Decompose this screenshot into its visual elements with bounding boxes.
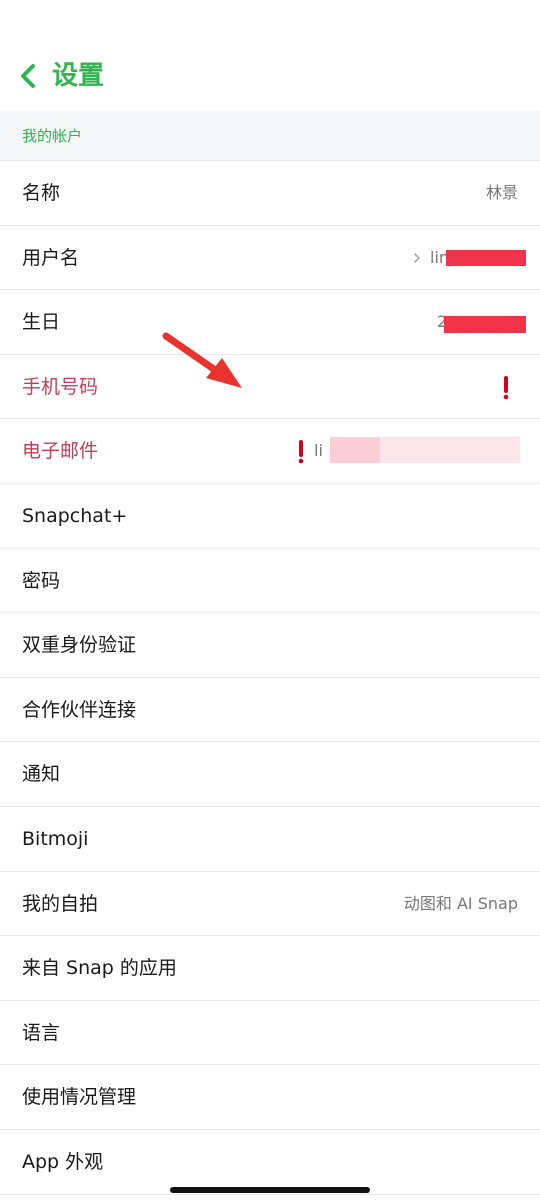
row-label: 名称: [22, 182, 61, 204]
row-apps-from-snap[interactable]: 来自 Snap 的应用: [0, 936, 540, 1001]
row-label: 合作伙伴连接: [22, 698, 137, 721]
annotation-arrow-icon: [162, 332, 242, 388]
redaction-mark: [446, 250, 526, 266]
section-header: 我的帐户: [0, 111, 540, 161]
row-label: Snapchat+: [22, 504, 128, 527]
row-label: 语言: [22, 1021, 61, 1044]
exclamation-icon: [298, 440, 304, 464]
row-label: App 外观: [22, 1150, 104, 1173]
row-snapchat-plus[interactable]: Snapchat+: [0, 483, 540, 549]
header: 设置: [0, 0, 540, 111]
row-my-selfie[interactable]: 我的自拍 动图和 AI Snap: [0, 871, 540, 937]
row-app-appearance[interactable]: App 外观: [0, 1129, 540, 1195]
section-title-my-account: 我的帐户: [22, 127, 83, 145]
row-label: 使用情况管理: [22, 1086, 137, 1109]
row-label: 通知: [22, 763, 61, 786]
row-notifications[interactable]: 通知: [0, 742, 540, 807]
page-title: 设置: [52, 61, 105, 91]
row-label: 双重身份验证: [22, 634, 137, 657]
chevron-left-icon: [21, 64, 35, 88]
row-email[interactable]: 电子邮件 li: [0, 419, 540, 484]
row-password[interactable]: 密码: [0, 548, 540, 614]
settings-list: 名称 林景 用户名 linj 生日 2 手机号码 电子邮件 li Snapcha…: [0, 161, 540, 1195]
row-value: 动图和 AI Snap: [403, 893, 518, 913]
row-label: 来自 Snap 的应用: [22, 957, 177, 980]
row-bitmoji[interactable]: Bitmoji: [0, 806, 540, 872]
chevron-right-icon: [414, 252, 421, 263]
back-button[interactable]: [10, 56, 46, 96]
row-two-factor-auth[interactable]: 双重身份验证: [0, 613, 540, 678]
row-birthday[interactable]: 生日 2: [0, 290, 540, 355]
row-label: 生日: [22, 311, 61, 334]
row-name[interactable]: 名称 林景: [0, 161, 540, 226]
redaction-mark: [380, 437, 520, 463]
row-value: li: [314, 441, 323, 461]
exclamation-icon: [503, 375, 509, 400]
redaction-mark: [444, 316, 526, 333]
row-label: 我的自拍: [22, 892, 99, 915]
row-label: 用户名: [22, 246, 80, 269]
home-indicator[interactable]: [170, 1187, 370, 1193]
row-partner-connections[interactable]: 合作伙伴连接: [0, 677, 540, 743]
row-phone-number[interactable]: 手机号码: [0, 354, 540, 420]
row-username[interactable]: 用户名 linj: [0, 225, 540, 291]
row-usage-management[interactable]: 使用情况管理: [0, 1065, 540, 1130]
row-label: 密码: [22, 569, 61, 592]
settings-screen: 设置 我的帐户 名称 林景 用户名 linj 生日 2 手机号码 电子邮件 li…: [0, 0, 540, 1200]
row-language[interactable]: 语言: [0, 1000, 540, 1066]
redaction-mark: [330, 437, 380, 463]
row-label: Bitmoji: [22, 827, 89, 850]
row-label: 手机号码: [22, 375, 99, 398]
row-label: 电子邮件: [22, 440, 99, 463]
row-value: 林景: [485, 183, 518, 202]
